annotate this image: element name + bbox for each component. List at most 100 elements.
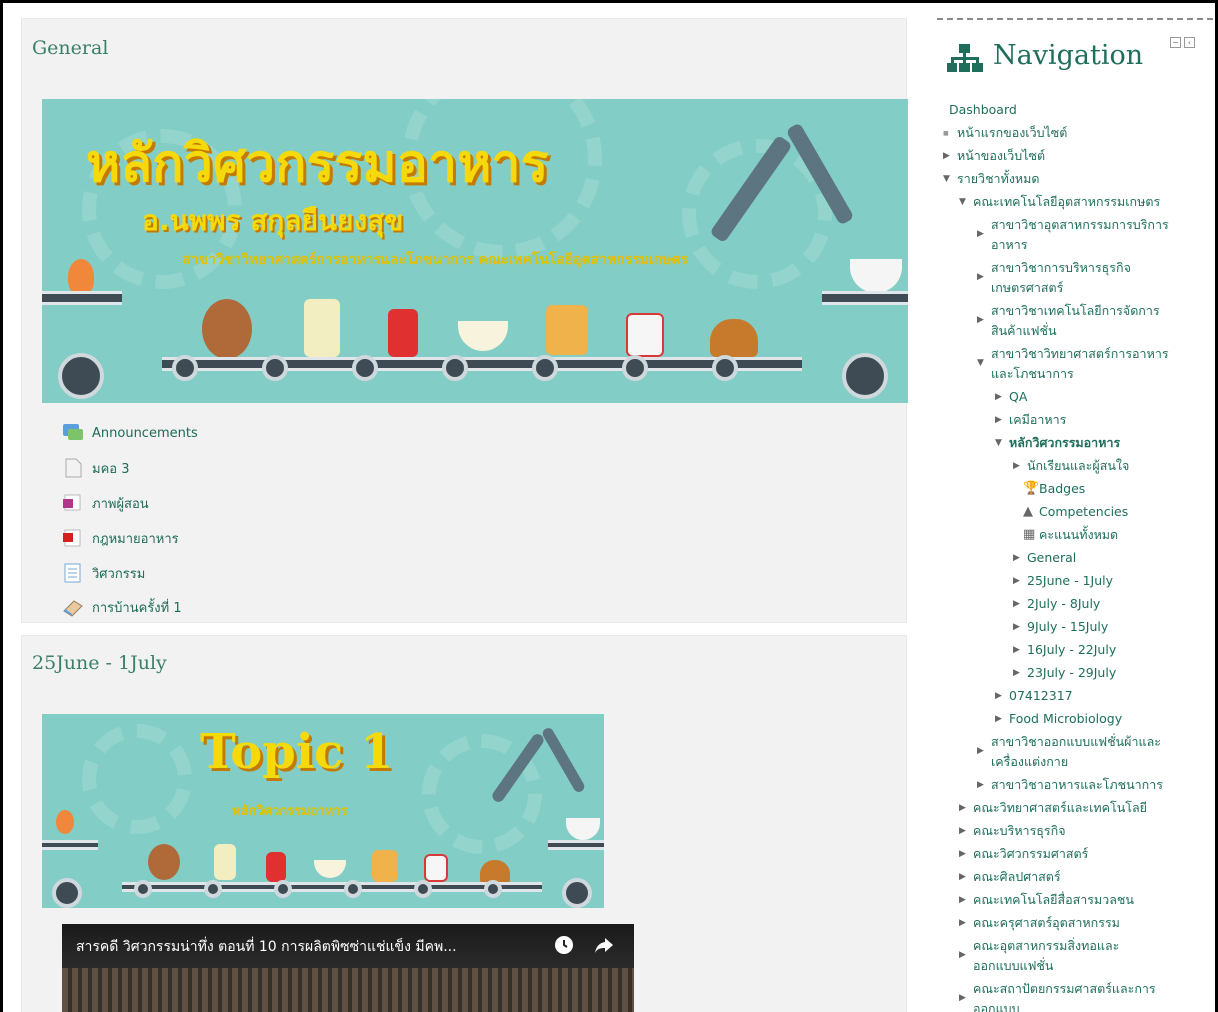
nav-item[interactable]: ▦ คะแนนทั้งหมด xyxy=(937,525,1213,548)
caret-right-icon[interactable]: ▶ xyxy=(1013,553,1020,563)
nav-item[interactable]: ▶ คณะบริหารธุรกิจ xyxy=(937,821,1213,844)
caret-right-icon[interactable]: ▶ xyxy=(977,229,984,239)
nav-item[interactable]: Dashboard xyxy=(937,100,1213,123)
banner-title: หลักวิศวกรรมอาหาร xyxy=(86,133,549,194)
nav-item-label: Food Microbiology xyxy=(1009,711,1123,726)
nav-item[interactable]: ▶ 9July - 15July xyxy=(937,617,1213,640)
caret-right-icon[interactable]: ▶ xyxy=(959,950,966,960)
nav-item[interactable]: ■ หน้าแรกของเว็บไซต์ xyxy=(937,123,1213,146)
caret-right-icon[interactable]: ▶ xyxy=(977,272,984,282)
nav-item[interactable]: ▶ สาขาวิชาเทคโนโลยีการจัดการ สินค้าแฟชั่น xyxy=(937,301,1213,344)
nav-item[interactable]: ▶ General xyxy=(937,548,1213,571)
embedded-video[interactable]: สารคดี วิศวกรรมน่าทึ่ง ตอนที่ 10 การผลิต… xyxy=(62,924,634,1012)
nav-item-label: 23July - 29July xyxy=(1027,665,1117,680)
nav-item-label: คณะวิทยาศาสตร์และเทคโนโลยี xyxy=(973,800,1147,815)
caret-right-icon[interactable]: ▶ xyxy=(943,151,950,161)
bullet-icon: ■ xyxy=(943,130,949,137)
nav-item[interactable]: ▶ คณะสถาปัตยกรรมศาสตร์และการออกแบบ xyxy=(937,979,1213,1012)
activity-pdf[interactable]: กฎหมายอาหาร xyxy=(62,526,179,550)
nav-item[interactable]: ▼ รายวิชาทั้งหมด xyxy=(937,169,1213,192)
activity-assignment[interactable]: การบ้านครั้งที่ 1 xyxy=(62,595,182,619)
nav-item-label: QA xyxy=(1009,389,1028,404)
nav-item-label: คณะสถาปัตยกรรมศาสตร์และการ xyxy=(973,981,1156,996)
nav-item[interactable]: ▶ คณะวิทยาศาสตร์และเทคโนโลยี xyxy=(937,798,1213,821)
nav-item[interactable]: ▼ คณะเทคโนโลยีอุตสาหกรรมเกษตร xyxy=(937,192,1213,215)
nav-item-label: 2July - 8July xyxy=(1027,596,1101,611)
caret-right-icon[interactable]: ▶ xyxy=(959,872,966,882)
caret-down-icon[interactable]: ▼ xyxy=(977,358,984,368)
caret-right-icon[interactable]: ▶ xyxy=(959,826,966,836)
topic-banner-title: Topic 1 xyxy=(200,724,394,780)
caret-right-icon[interactable]: ▶ xyxy=(1013,599,1020,609)
caret-right-icon[interactable]: ▶ xyxy=(995,714,1002,724)
caret-down-icon[interactable]: ▼ xyxy=(995,438,1002,448)
nav-item[interactable]: ▶ 2July - 8July xyxy=(937,594,1213,617)
nav-item[interactable]: ▶ 25June - 1July xyxy=(937,571,1213,594)
sitemap-icon xyxy=(947,42,983,78)
nav-item[interactable]: ▶ คณะศิลปศาสตร์ xyxy=(937,867,1213,890)
nav-item-label: Dashboard xyxy=(949,102,1017,117)
activity-label: มคอ 3 xyxy=(92,461,130,477)
nav-item[interactable]: ▶ สาขาวิชาอุตสาหกรรมการบริการ อาหาร xyxy=(937,215,1213,258)
nav-item-label: Badges xyxy=(1039,481,1086,496)
caret-down-icon[interactable]: ▼ xyxy=(943,174,950,184)
minimize-icon[interactable]: − xyxy=(1170,37,1181,48)
caret-right-icon[interactable]: ▶ xyxy=(959,993,966,1003)
section-title[interactable]: General xyxy=(32,37,108,59)
share-icon[interactable] xyxy=(594,936,614,958)
nav-item[interactable]: ▼ หลักวิศวกรรมอาหาร xyxy=(937,433,1213,456)
caret-right-icon[interactable]: ▶ xyxy=(995,415,1002,425)
activity-forum[interactable]: Announcements xyxy=(62,421,198,445)
topic-banner-subtitle: หลักวิศวกรรมอาหาร xyxy=(232,804,348,819)
watch-later-icon[interactable] xyxy=(554,935,574,959)
nav-item-label: สาขาวิชาการบริหารธุรกิจ xyxy=(991,260,1131,275)
assignment-icon xyxy=(62,597,84,617)
nav-item[interactable]: ▶ สาขาวิชาอาหารและโภชนาการ xyxy=(937,775,1213,798)
section-title[interactable]: 25June - 1July xyxy=(32,652,167,674)
dock-icon[interactable]: ‹ xyxy=(1184,37,1195,48)
nav-item[interactable]: ▶ สาขาวิชาการบริหารธุรกิจ เกษตรศาสตร์ xyxy=(937,258,1213,301)
caret-down-icon[interactable]: ▼ xyxy=(959,197,966,207)
nav-item[interactable]: ▶ คณะเทคโนโลยีสื่อสารมวลชน xyxy=(937,890,1213,913)
caret-right-icon[interactable]: ▶ xyxy=(977,315,984,325)
caret-right-icon[interactable]: ▶ xyxy=(977,746,984,756)
nav-item[interactable]: ▶ 16July - 22July xyxy=(937,640,1213,663)
nav-item[interactable]: ▶ คณะวิศวกรรมศาสตร์ xyxy=(937,844,1213,867)
caret-right-icon[interactable]: ▶ xyxy=(977,780,984,790)
caret-right-icon[interactable]: ▶ xyxy=(995,392,1002,402)
nav-item[interactable]: ▶ QA xyxy=(937,387,1213,410)
nav-item[interactable]: ▶ หน้าของเว็บไซต์ xyxy=(937,146,1213,169)
nav-item-label: เคมีอาหาร xyxy=(1009,412,1067,427)
nav-item[interactable]: ▶ 07412317 xyxy=(937,686,1213,709)
caret-right-icon[interactable]: ▶ xyxy=(1013,645,1020,655)
caret-right-icon[interactable]: ▶ xyxy=(959,895,966,905)
nav-item[interactable]: 🏆 Badges xyxy=(937,479,1213,502)
nav-item[interactable]: ▶ 23July - 29July xyxy=(937,663,1213,686)
nav-item[interactable]: ▶ เคมีอาหาร xyxy=(937,410,1213,433)
nav-item-label-line2: ออกแบบ xyxy=(973,1001,1020,1012)
nav-item-label: รายวิชาทั้งหมด xyxy=(957,171,1040,186)
nav-item[interactable]: ▲ Competencies xyxy=(937,502,1213,525)
activity-image[interactable]: ภาพผู้สอน xyxy=(62,491,149,515)
caret-right-icon[interactable]: ▶ xyxy=(995,691,1002,701)
nav-item[interactable]: ▶ คณะครุศาสตร์อุตสาหกรรม xyxy=(937,913,1213,936)
nav-item[interactable]: ▶ Food Microbiology xyxy=(937,709,1213,732)
nav-item[interactable]: ▶ คณะอุตสาหกรรมสิ่งทอและ ออกแบบแฟชั่น xyxy=(937,936,1213,979)
image-icon xyxy=(62,493,84,513)
caret-right-icon[interactable]: ▶ xyxy=(959,918,966,928)
nav-item-label: คณะครุศาสตร์อุตสาหกรรม xyxy=(973,915,1120,930)
nav-item[interactable]: ▼ สาขาวิชาวิทยาศาสตร์การอาหาร และโภชนาการ xyxy=(937,344,1213,387)
activity-page[interactable]: วิศวกรรม xyxy=(62,561,145,585)
caret-right-icon[interactable]: ▶ xyxy=(1013,576,1020,586)
nav-item-label: หลักวิศวกรรมอาหาร xyxy=(1009,435,1121,450)
caret-right-icon[interactable]: ▶ xyxy=(1013,622,1020,632)
activity-file[interactable]: มคอ 3 xyxy=(62,456,129,480)
caret-right-icon[interactable]: ▶ xyxy=(1013,461,1020,471)
caret-right-icon[interactable]: ▶ xyxy=(959,849,966,859)
caret-right-icon[interactable]: ▶ xyxy=(959,803,966,813)
caret-right-icon[interactable]: ▶ xyxy=(1013,668,1020,678)
video-title[interactable]: สารคดี วิศวกรรมน่าทึ่ง ตอนที่ 10 การผลิต… xyxy=(76,936,546,958)
nav-item[interactable]: ▶ สาขาวิชาออกแบบแฟชั่นผ้าและ เครื่องแต่งกา… xyxy=(937,732,1213,775)
nav-item[interactable]: ▶ นักเรียนและผู้สนใจ xyxy=(937,456,1213,479)
nav-item-label: หน้าแรกของเว็บไซต์ xyxy=(957,125,1068,140)
